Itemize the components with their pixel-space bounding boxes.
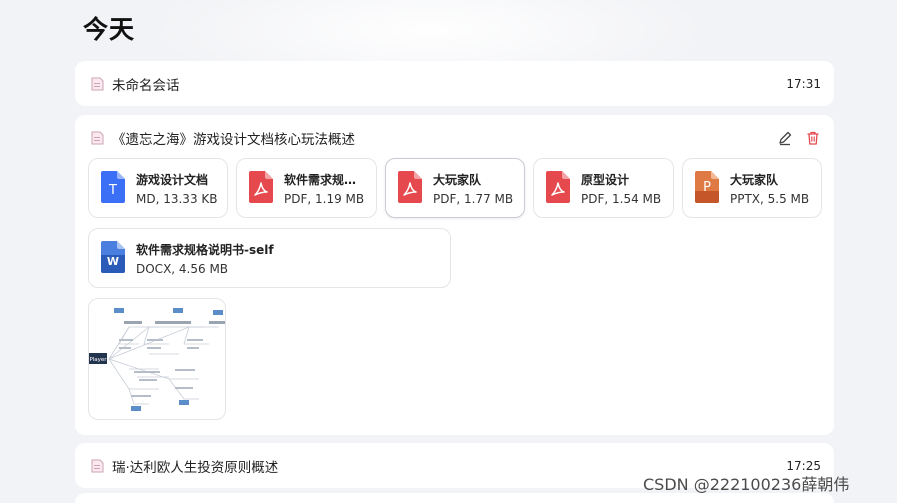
file-meta: DOCX, 4.56 MB — [136, 262, 229, 276]
pdf-file-icon — [398, 171, 422, 203]
file-meta: PDF, 1.77 MB — [433, 192, 514, 206]
file-name: 软件需求规格说明书-self — [136, 243, 274, 257]
pdf-file-icon — [546, 171, 570, 203]
markdown-file-icon: T — [101, 171, 125, 203]
file-name: 原型设计 — [581, 173, 630, 187]
pdf-file-icon — [249, 171, 273, 203]
file-meta: PDF, 1.54 MB — [581, 192, 662, 206]
file-meta: PPTX, 5.5 MB — [730, 192, 810, 206]
conversation-item-expanded[interactable]: 《遗忘之海》游戏设计文档核心玩法概述 T 游戏设计文档 MD, 13.33 KB… — [75, 115, 834, 435]
conversation-title: 未命名会话 — [112, 78, 180, 94]
file-attachment-card[interactable]: T 游戏设计文档 MD, 13.33 KB — [88, 158, 228, 218]
conversation-time: 17:31 — [786, 77, 821, 91]
file-name: 游戏设计文档 — [136, 173, 209, 187]
pptx-file-icon: P — [695, 171, 719, 203]
section-title-today: 今天 — [83, 15, 136, 44]
conversation-row[interactable]: 未命名会话 17:31 — [91, 73, 821, 95]
mind-map-graphic: Player — [89, 308, 225, 411]
conversation-row[interactable]: 《遗忘之海》游戏设计文档核心玩法概述 — [91, 127, 821, 149]
svg-text:P: P — [703, 180, 711, 195]
conversation-item[interactable]: 未命名会话 17:31 — [75, 61, 834, 106]
file-name: 大玩家队 — [730, 173, 779, 187]
docx-file-icon: W — [101, 241, 125, 273]
conversation-title: 《遗忘之海》游戏设计文档核心玩法概述 — [112, 132, 355, 148]
file-name: 大玩家队 — [433, 173, 482, 187]
document-icon — [91, 459, 104, 473]
delete-icon[interactable] — [805, 130, 821, 146]
svg-text:Player: Player — [89, 357, 107, 363]
watermark-text: CSDN @222100236薛朝伟 — [643, 475, 850, 494]
document-icon — [91, 77, 104, 91]
file-attachment-card[interactable]: 原型设计 PDF, 1.54 MB — [533, 158, 674, 218]
file-attachment-card[interactable]: 软件需求规格说明书 PDF, 1.19 MB — [236, 158, 377, 218]
svg-text:T: T — [108, 183, 117, 198]
file-attachment-card[interactable]: W 软件需求规格说明书-self DOCX, 4.56 MB — [88, 228, 451, 288]
file-meta: MD, 13.33 KB — [136, 192, 218, 206]
file-attachment-card[interactable]: 大玩家队 PDF, 1.77 MB — [385, 158, 525, 218]
file-attachment-card[interactable]: P 大玩家队 PPTX, 5.5 MB — [682, 158, 822, 218]
file-meta: PDF, 1.19 MB — [284, 192, 365, 206]
mind-map-image-thumbnail[interactable]: Player — [88, 298, 226, 420]
edit-icon[interactable] — [777, 130, 793, 146]
file-name: 软件需求规格说明书 — [284, 173, 366, 187]
svg-text:W: W — [107, 255, 119, 268]
document-icon — [91, 131, 104, 145]
